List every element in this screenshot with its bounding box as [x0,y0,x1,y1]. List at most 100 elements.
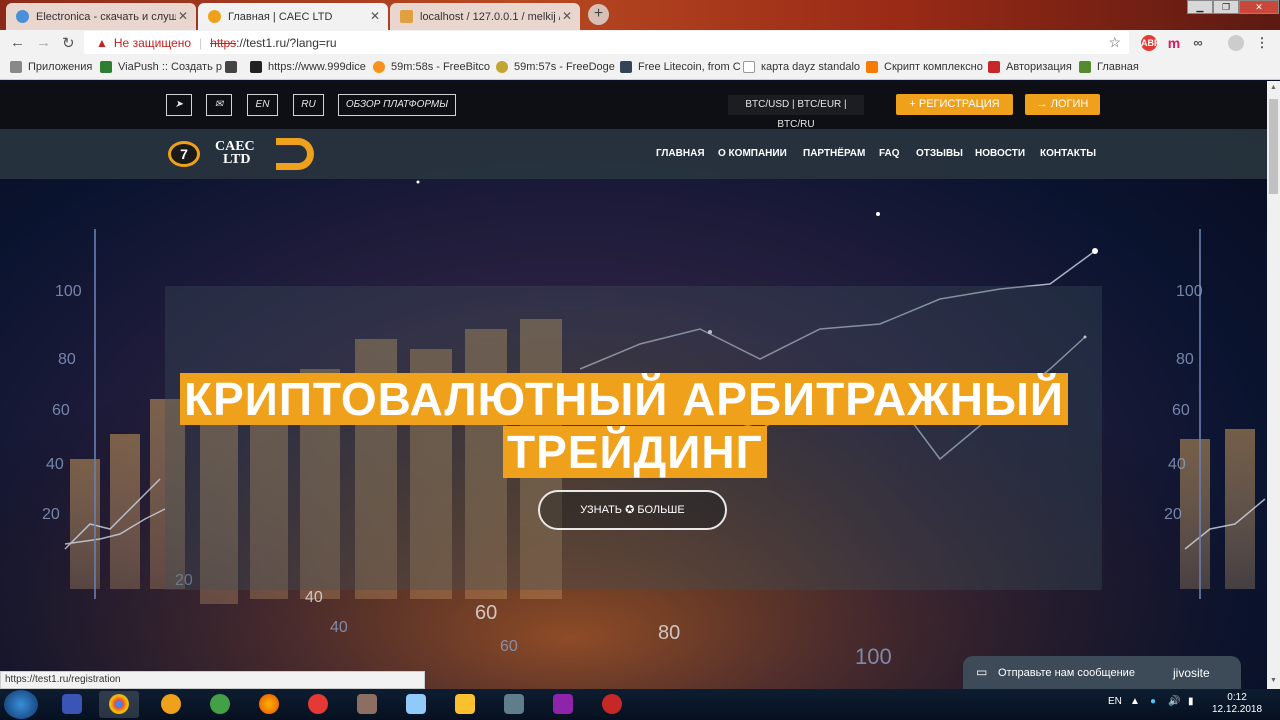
forward-icon[interactable]: → [36,34,51,51]
taskbar-app[interactable] [494,691,534,718]
close-icon[interactable]: ✕ [562,9,572,23]
scroll-up-icon[interactable]: ▲ [1270,84,1277,91]
svg-text:60: 60 [1172,402,1190,419]
taskbar-app[interactable] [396,691,436,718]
browser-tab-active[interactable]: Главная | CAEC LTD ✕ [198,3,388,30]
bookmark-item[interactable]: Главная [1079,61,1139,73]
page-scrollbar[interactable]: ▲ ▼ [1267,81,1280,689]
security-status: Не защищено [113,35,192,50]
menu-item-reviews[interactable]: ОТЗЫВЫ [916,148,963,159]
taskbar-app[interactable] [347,691,387,718]
taskbar-app[interactable] [249,691,289,718]
bookmark-item[interactable] [225,61,243,73]
clock-time: 0:12 [1227,692,1247,703]
window-close-button[interactable]: ✕ [1239,0,1279,14]
browser-tab[interactable]: Electronica - скачать и слушать ✕ [6,3,196,30]
url-text: ://test1.ru/?lang=ru [236,35,337,50]
dogecoin-icon [496,61,508,73]
taskbar-app[interactable] [151,691,191,718]
menu-item-news[interactable]: НОВОСТИ [975,148,1025,159]
profile-icon[interactable] [1228,35,1244,51]
svg-text:60: 60 [52,402,70,419]
bookmark-item[interactable]: Приложения [10,61,92,73]
lang-en-button[interactable]: EN [247,94,278,116]
close-icon[interactable]: ✕ [370,9,380,23]
chat-label: Отправьте нам сообщение [998,667,1135,679]
currency-ticker[interactable]: BTC/USD | BTC/EUR | BTC/RU [728,95,864,130]
divider: | [199,35,203,50]
bookmark-item[interactable]: карта dayz standalo [743,61,860,73]
tab-title: Главная | CAEC LTD [228,10,333,23]
magnet-logo-icon [276,138,314,170]
menu-item-contacts[interactable]: КОНТАКТЫ [1040,148,1096,159]
taskbar-app[interactable] [298,691,338,718]
menu-item-home[interactable]: ГЛАВНАЯ [656,148,705,159]
tray-app-icon[interactable]: ● [1150,696,1156,707]
chat-widget[interactable]: ▭ Отправьте нам сообщение jivosite [963,656,1241,689]
hero-title-line-2: ТРЕЙДИНГ [503,426,767,478]
logo-badge[interactable]: 7 [168,141,200,167]
extension-infinity-icon[interactable]: ∞ [1190,35,1206,51]
taskbar-app[interactable] [543,691,583,718]
email-button[interactable]: ✉ [206,94,232,116]
address-bar[interactable]: ▲ Не защищено | https ://test1.ru/?lang=… [84,31,1129,54]
start-button[interactable] [4,690,38,719]
taskbar-app[interactable] [52,691,92,718]
login-button[interactable]: → ЛОГИН [1025,94,1100,115]
new-tab-button[interactable]: + [588,4,609,25]
network-icon[interactable]: ▮ [1188,696,1194,707]
svg-text:40: 40 [46,456,64,473]
volume-icon[interactable]: 🔊 [1168,696,1180,707]
scroll-down-icon[interactable]: ▼ [1270,677,1277,684]
telegram-button[interactable]: ➤ [166,94,192,116]
bookmark-item[interactable]: 59m:58s - FreeBitco [373,61,490,73]
adblock-icon[interactable]: ABP [1141,35,1160,51]
platform-overview-button[interactable]: ОБЗОР ПЛАТФОРМЫ [338,94,456,116]
svg-text:80: 80 [1176,351,1194,368]
browser-tab[interactable]: localhost / 127.0.0.1 / melkij / usr ✕ [390,3,580,30]
web-page: 100 80 60 40 20 100 80 60 40 20 20 40 60 80 10… [0,81,1267,689]
back-icon[interactable]: ← [10,34,25,51]
dice-icon [250,61,262,73]
taskbar-app[interactable] [200,691,240,718]
menu-item-about[interactable]: О КОМПАНИИ [718,148,787,159]
svg-text:60: 60 [475,602,497,624]
taskbar-app[interactable] [445,691,485,718]
learn-more-button[interactable]: УЗНАТЬ ✪ БОЛЬШЕ [538,490,727,530]
browser-toolbar: ← → ↻ ▲ Не защищено | https ://test1.ru/… [0,30,1280,56]
bookmark-item[interactable]: Free Litecoin, from C [620,61,741,73]
svg-text:100: 100 [1176,283,1203,300]
menu-item-partners[interactable]: ПАРТНЁРАМ [803,148,865,159]
bookmark-item[interactable]: Скрипт комплексно [866,61,983,73]
register-button[interactable]: + РЕГИСТРАЦИЯ [896,94,1013,115]
tray-arrow-icon[interactable]: ▲ [1130,696,1140,707]
taskbar-app[interactable] [592,691,632,718]
globe-icon [16,10,29,23]
bookmark-item[interactable]: ViaPush :: Создать р [100,61,222,73]
restore-button[interactable]: ❐ [1213,0,1239,14]
keyboard-language[interactable]: EN [1108,696,1122,707]
bookmark-star-icon[interactable]: ☆ [1108,34,1121,51]
extension-m-icon[interactable]: m [1166,35,1182,51]
browser-tab-strip: Electronica - скачать и слушать ✕ Главна… [0,0,1280,30]
notepad-icon [504,694,524,714]
taskbar-app-chrome[interactable] [99,691,139,718]
menu-item-faq[interactable]: FAQ [879,148,900,159]
lang-ru-button[interactable]: RU [293,94,324,116]
bookmark-item[interactable]: https://www.999dice [250,61,366,73]
chrome-icon [109,694,129,714]
taskbar-clock[interactable]: 0:12 12.12.2018 [1212,692,1262,716]
apps-grid-icon [10,61,22,73]
logo-text[interactable]: CAEC LTD [215,140,255,167]
svg-text:80: 80 [58,351,76,368]
bookmark-item[interactable]: Авторизация [988,61,1072,73]
menu-kebab-icon[interactable]: ⋮ [1254,35,1270,51]
close-icon[interactable]: ✕ [178,9,188,23]
minimize-button[interactable]: ▁ [1187,0,1213,14]
script-icon [866,61,878,73]
bookmark-item[interactable]: 59m:57s - FreeDoge [496,61,615,73]
reload-icon[interactable]: ↻ [62,34,75,52]
viapush-icon [100,61,112,73]
scroll-thumb[interactable] [1269,99,1278,194]
envelope-icon: ✉ [214,99,224,110]
